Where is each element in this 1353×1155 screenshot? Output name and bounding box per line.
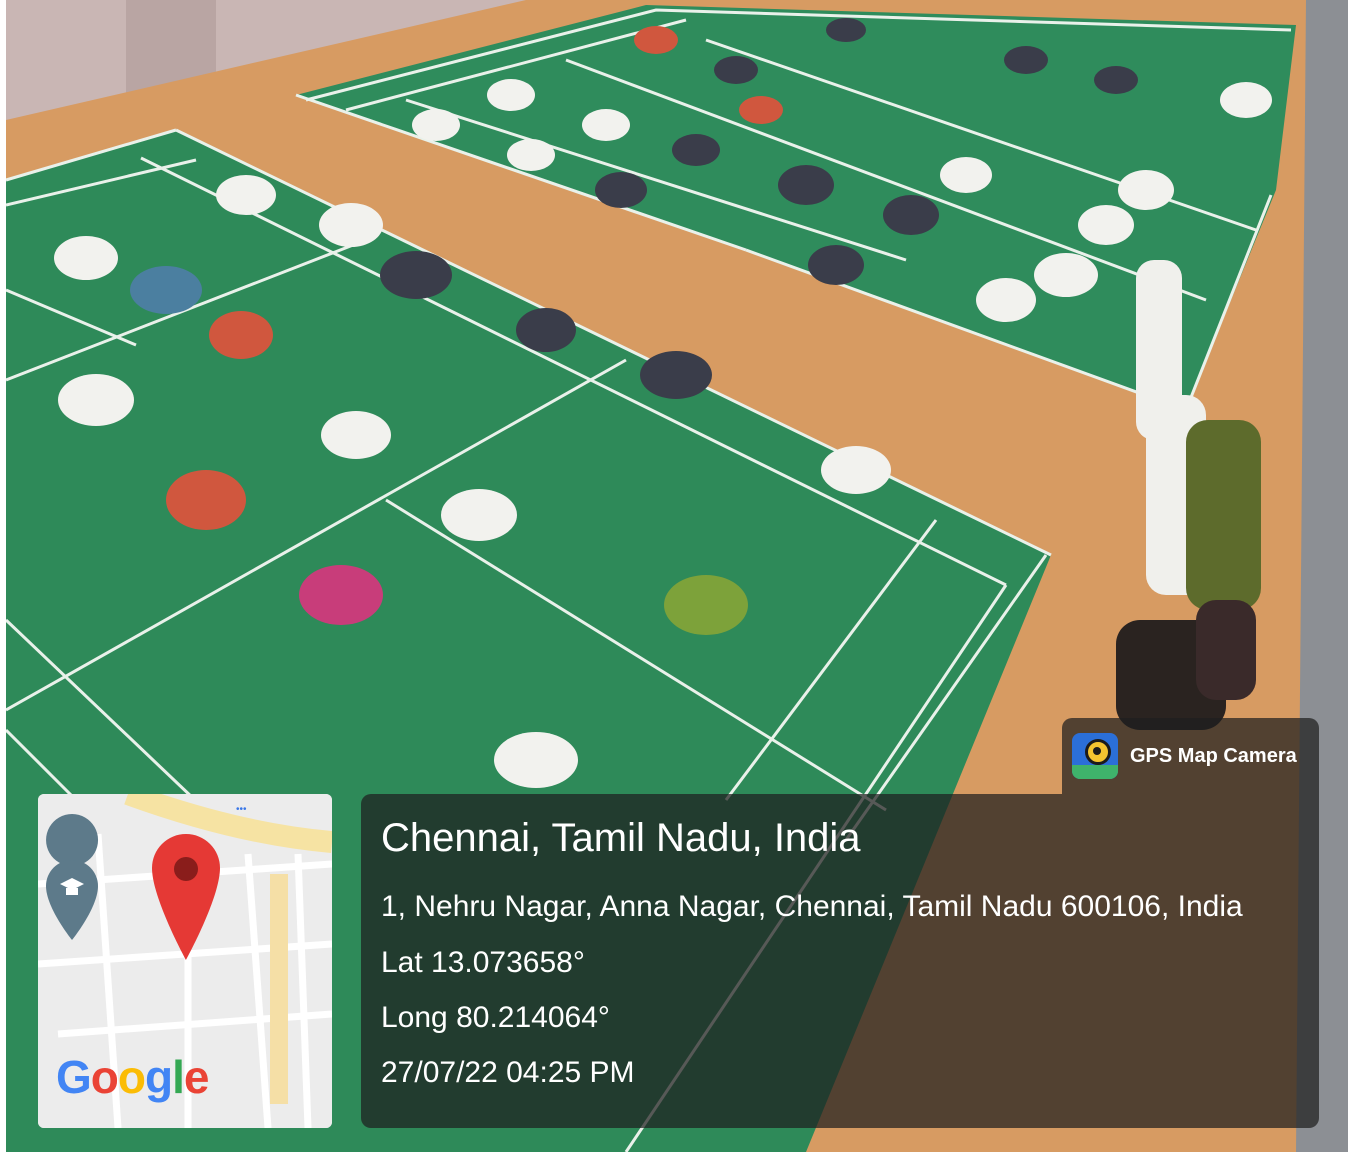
place-title: Chennai, Tamil Nadu, India [381, 816, 861, 860]
more-dots: ••• [236, 804, 247, 815]
google-logo: Google [56, 1050, 210, 1104]
latitude-text: Lat 13.073658° [381, 946, 585, 979]
gps-map-camera-icon [1072, 733, 1118, 779]
google-letter: o [90, 1051, 119, 1103]
google-letter: o [117, 1051, 146, 1103]
gps-app-badge: GPS Map Camera [1062, 718, 1319, 794]
google-letter: g [145, 1051, 173, 1103]
location-stamp: Chennai, Tamil Nadu, India 1, Nehru Naga… [361, 794, 1319, 1128]
longitude-text: Long 80.214064° [381, 1001, 610, 1034]
map-thumbnail: ••• Google [38, 794, 332, 1128]
google-letter: G [56, 1051, 92, 1103]
app-name: GPS Map Camera [1130, 744, 1297, 767]
datetime-text: 27/07/22 04:25 PM [381, 1056, 635, 1089]
google-letter: l [172, 1051, 185, 1103]
google-letter: e [183, 1051, 210, 1103]
address-text: 1, Nehru Nagar, Anna Nagar, Chennai, Tam… [381, 890, 1243, 923]
